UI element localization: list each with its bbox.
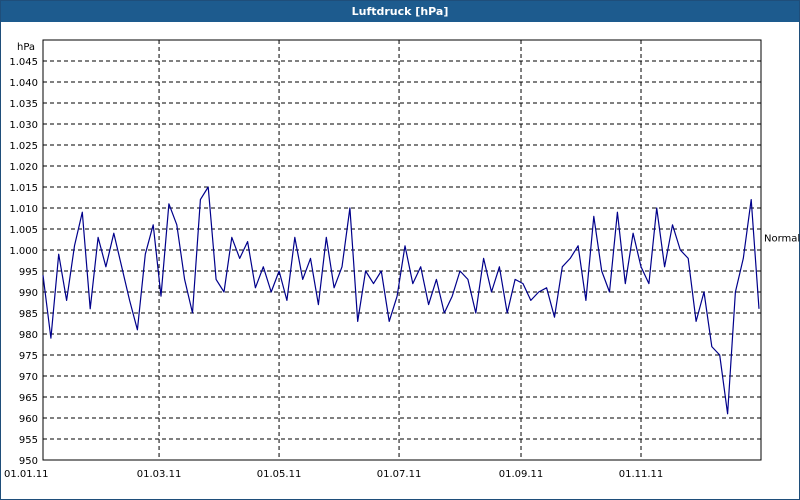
y-tick-label: 970 — [19, 372, 38, 383]
y-tick-label: 1.005 — [9, 225, 38, 236]
y-tick-label: 1.020 — [9, 162, 38, 173]
y-tick-label: 1.015 — [9, 183, 38, 194]
y-tick-label: 960 — [19, 414, 38, 425]
y-tick-label: 975 — [19, 351, 38, 362]
pressure-series-line — [42, 186, 760, 415]
grid — [43, 40, 761, 460]
y-tick-label: 965 — [19, 393, 38, 404]
y-tick-label: 985 — [19, 309, 38, 320]
y-tick-label: 990 — [19, 288, 38, 299]
y-tick-label: 955 — [19, 435, 38, 446]
reference-line-label: Normal — [764, 233, 800, 244]
y-axis-unit-label: hPa — [17, 42, 35, 53]
y-tick-label: 1.030 — [9, 120, 38, 131]
x-tick-label: 01.07.11 — [377, 469, 422, 480]
y-tick-label: 1.025 — [9, 141, 38, 152]
y-tick-label: 1.000 — [9, 246, 38, 257]
y-tick-label: 980 — [19, 330, 38, 341]
x-tick-label: 01.09.11 — [499, 469, 544, 480]
pressure-chart: 950 955 960 965 970 975 980 985 990 995 1.000 1.005… — [4, 39, 800, 480]
y-tick-label: 1.040 — [9, 78, 38, 89]
y-tick-label: 1.035 — [9, 99, 38, 110]
x-axis-ticks: 01.01.11 01.03.11 01.05.11 01.07.11 01.09.11… — [4, 469, 663, 480]
y-tick-label: 995 — [19, 267, 38, 278]
y-tick-label: 1.045 — [9, 57, 38, 68]
y-tick-label: 1.010 — [9, 204, 38, 215]
x-tick-label: 01.05.11 — [257, 469, 302, 480]
series-layer — [42, 186, 760, 415]
x-tick-label: 01.11.11 — [619, 469, 664, 480]
y-axis-ticks: 950 955 960 965 970 975 980 985 990 995 1.000 1.005… — [9, 57, 38, 467]
x-tick-label: 01.01.11 — [4, 469, 49, 480]
x-tick-label: 01.03.11 — [137, 469, 182, 480]
y-tick-label: 950 — [19, 456, 38, 467]
